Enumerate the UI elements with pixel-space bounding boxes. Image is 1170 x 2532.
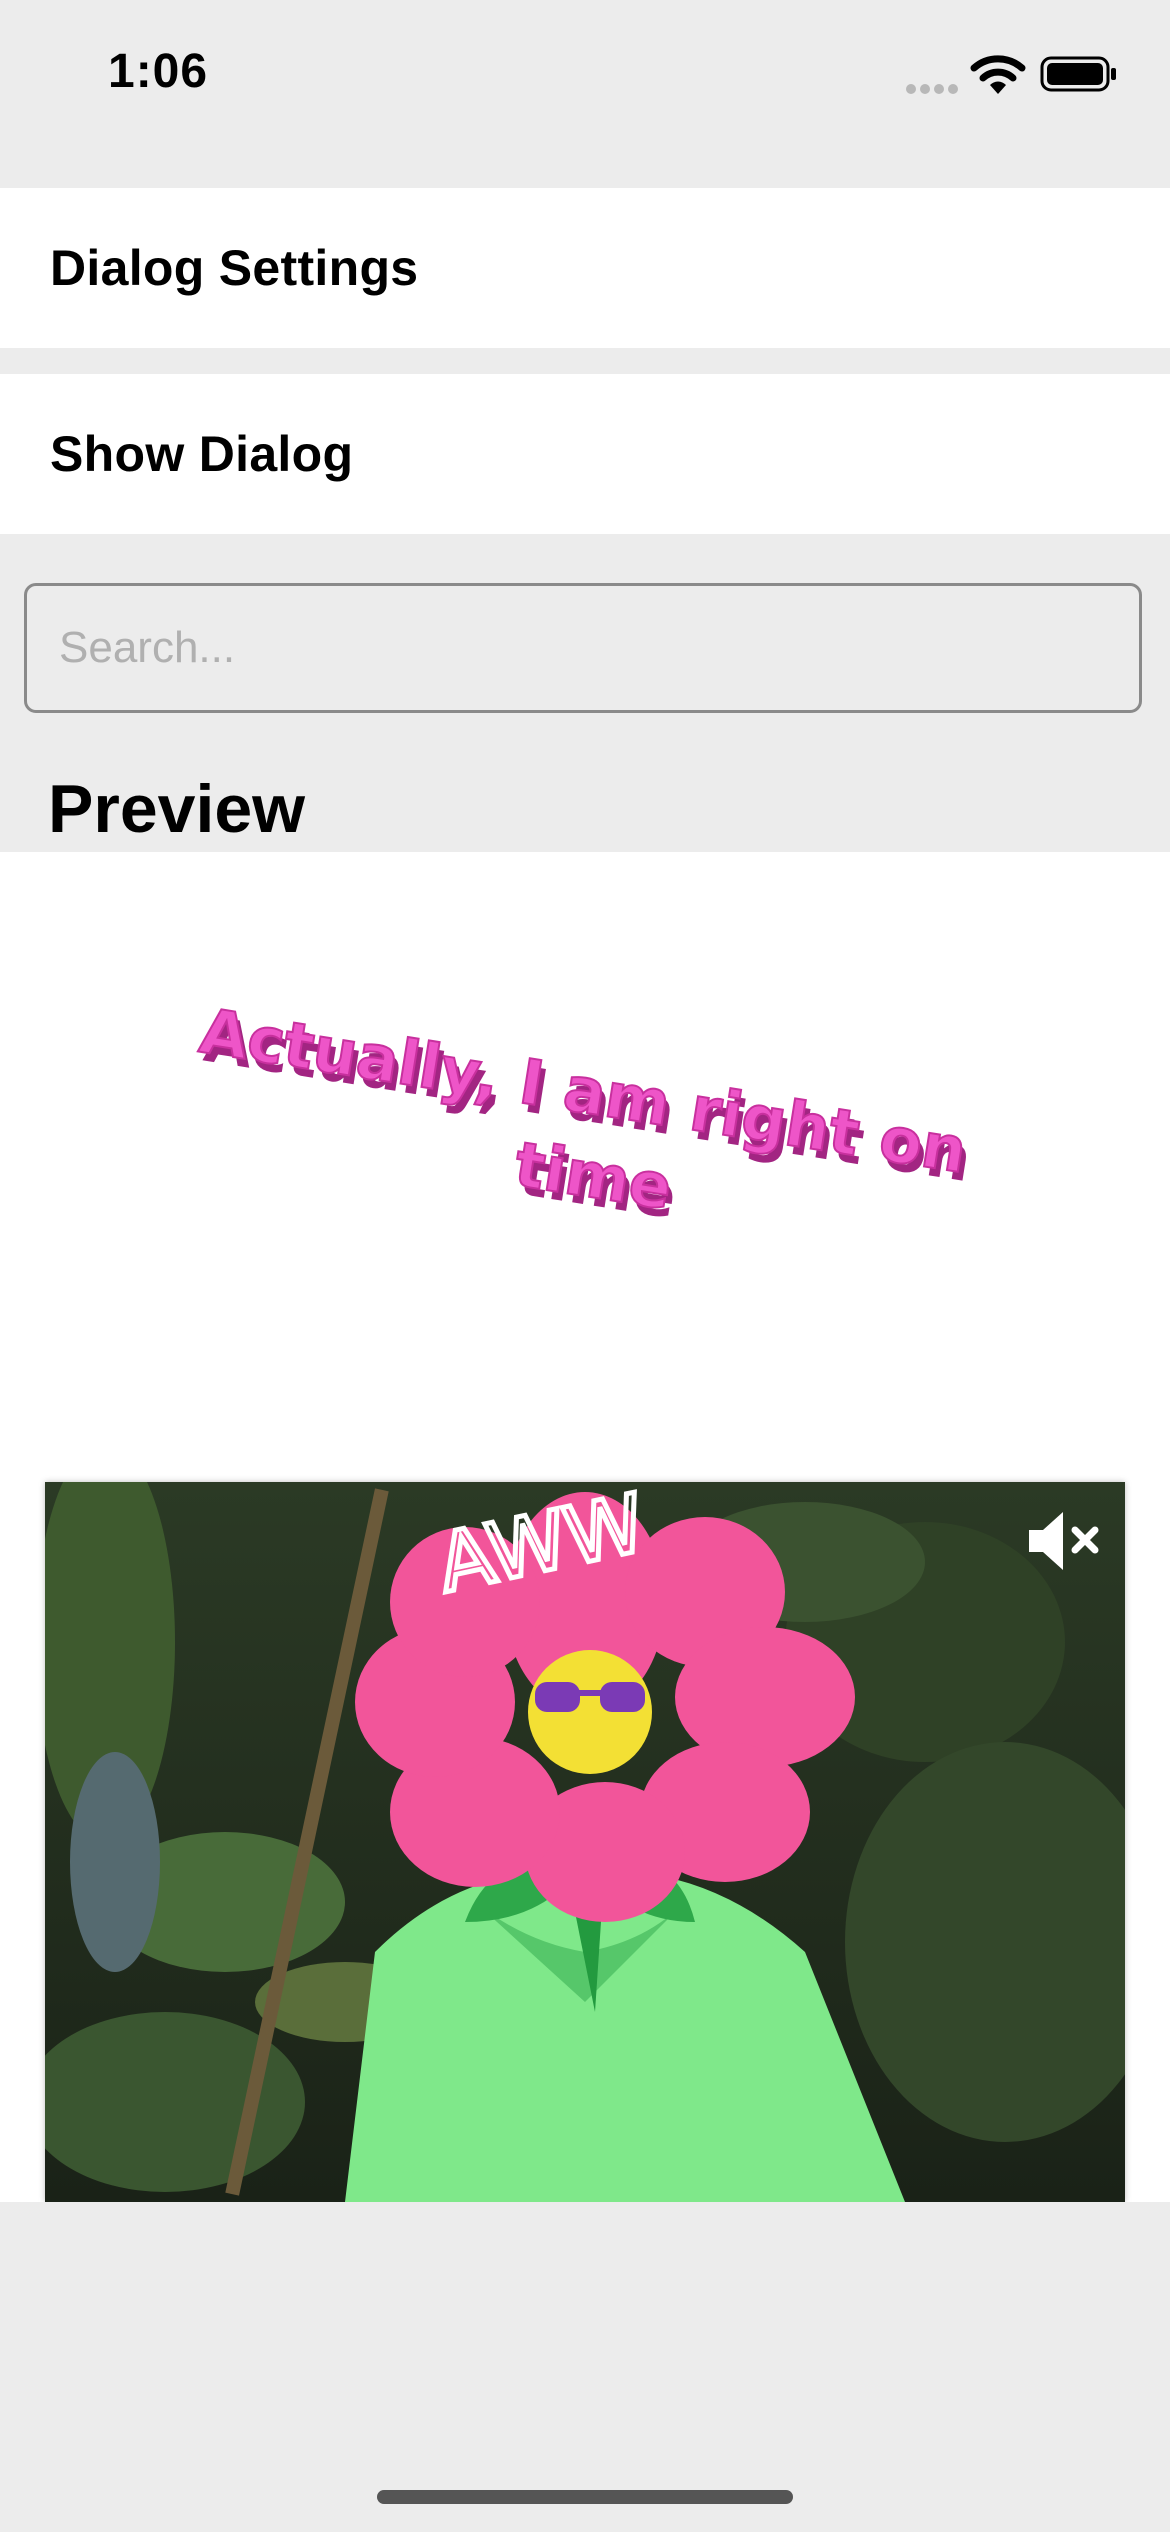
show-dialog-row[interactable]: Show Dialog (0, 374, 1170, 534)
preview-title: Preview (48, 771, 306, 847)
home-indicator[interactable] (377, 2490, 793, 2504)
search-input[interactable] (24, 583, 1142, 713)
wifi-icon (970, 55, 1026, 94)
sticker-image[interactable]: Actually, I am right on Actually, I am r… (130, 992, 1030, 1292)
cellular-signal-icon (906, 84, 958, 94)
dialog-settings-label: Dialog Settings (50, 240, 419, 296)
preview-area: Actually, I am right on Actually, I am r… (0, 852, 1170, 2202)
status-time: 1:06 (108, 45, 209, 98)
status-bar: 1:06 (0, 0, 1170, 150)
video-frame-image: AWW (45, 1482, 1125, 2202)
show-dialog-label: Show Dialog (50, 426, 354, 482)
battery-icon (1040, 56, 1116, 92)
dialog-settings-row[interactable]: Dialog Settings (0, 188, 1170, 348)
app-screen: 1:06 Dialog Settings Show Dialog Preview… (0, 0, 1170, 2532)
gif-video-player[interactable]: AWW (45, 1482, 1125, 2202)
speaker-mute-icon[interactable] (1025, 1506, 1105, 1576)
